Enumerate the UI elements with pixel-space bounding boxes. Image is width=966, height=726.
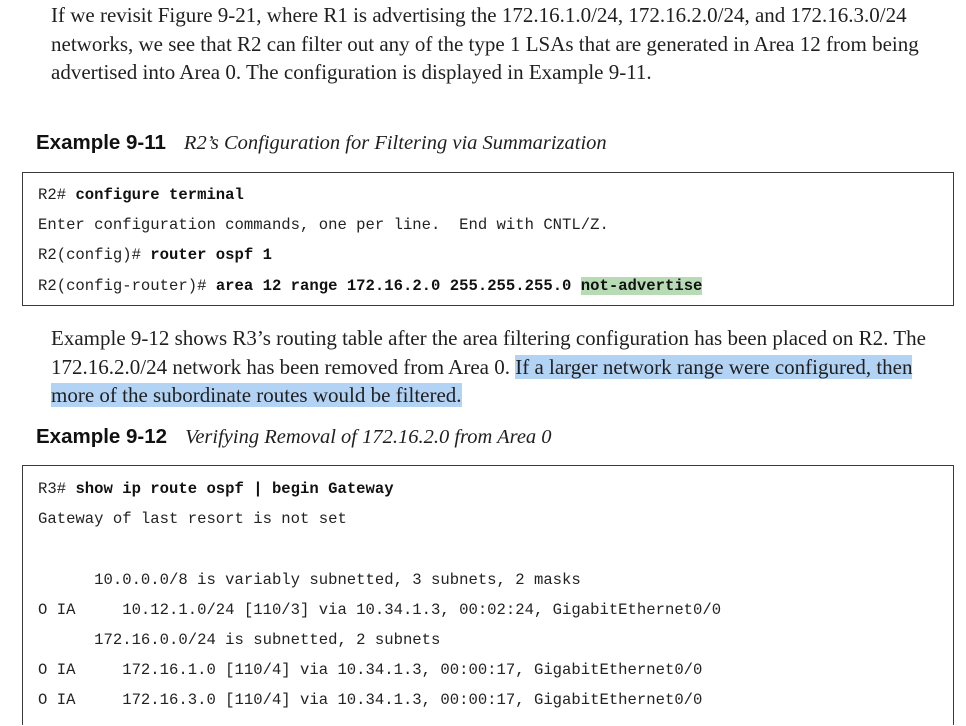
example-title: Verifying Removal of 172.16.2.0 from Are…	[185, 426, 552, 448]
example-9-11-code-block: R2# configure terminal Enter configurati…	[22, 172, 954, 306]
middle-paragraph: Example 9-12 shows R3’s routing table af…	[51, 324, 951, 410]
code-line: 10.0.0.0/8 is variably subnetted, 3 subn…	[38, 571, 581, 589]
cli-prompt: R2(config)#	[38, 246, 151, 264]
cli-command: area 12 range 172.16.2.0 255.255.255.0	[215, 277, 581, 295]
code-line: R3# show ip route ospf | begin Gateway	[38, 479, 394, 499]
code-line: Gateway of last resort is not set	[38, 510, 347, 528]
code-line: Enter configuration commands, one per li…	[38, 216, 609, 234]
example-9-12-caption: Example 9-12 Verifying Removal of 172.16.…	[36, 424, 552, 450]
cli-prompt: R2(config-router)#	[38, 277, 216, 295]
code-line: O IA 172.16.3.0 [110/4] via 10.34.1.3, 0…	[38, 691, 703, 709]
code-line: O IA 172.16.1.0 [110/4] via 10.34.1.3, 0…	[38, 661, 703, 679]
code-line: R2(config)# router ospf 1	[38, 245, 272, 265]
cli-command: show ip route ospf | begin Gateway	[75, 480, 394, 498]
example-9-11-caption: Example 9-11 R2’s Configuration for Filte…	[36, 130, 607, 156]
example-number: Example 9-11	[36, 131, 166, 154]
cli-command: configure terminal	[75, 186, 244, 204]
example-9-12-code-block: R3# show ip route ospf | begin Gateway G…	[22, 465, 954, 725]
cli-command: router ospf 1	[150, 246, 272, 264]
code-line: 172.16.0.0/24 is subnetted, 2 subnets	[38, 631, 441, 649]
code-line: R2(config-router)# area 12 range 172.16.…	[38, 276, 703, 296]
example-title: R2’s Configuration for Filtering via Sum…	[183, 132, 607, 154]
intro-paragraph: If we revisit Figure 9-21, where R1 is a…	[51, 3, 919, 85]
code-line: R2# configure terminal	[38, 185, 244, 205]
cli-prompt: R2#	[38, 186, 76, 204]
example-number: Example 9-12	[36, 425, 168, 448]
highlighted-keyword: not-advertise	[580, 277, 703, 295]
cli-prompt: R3#	[38, 480, 76, 498]
code-line: O IA 10.12.1.0/24 [110/3] via 10.34.1.3,…	[38, 601, 722, 619]
